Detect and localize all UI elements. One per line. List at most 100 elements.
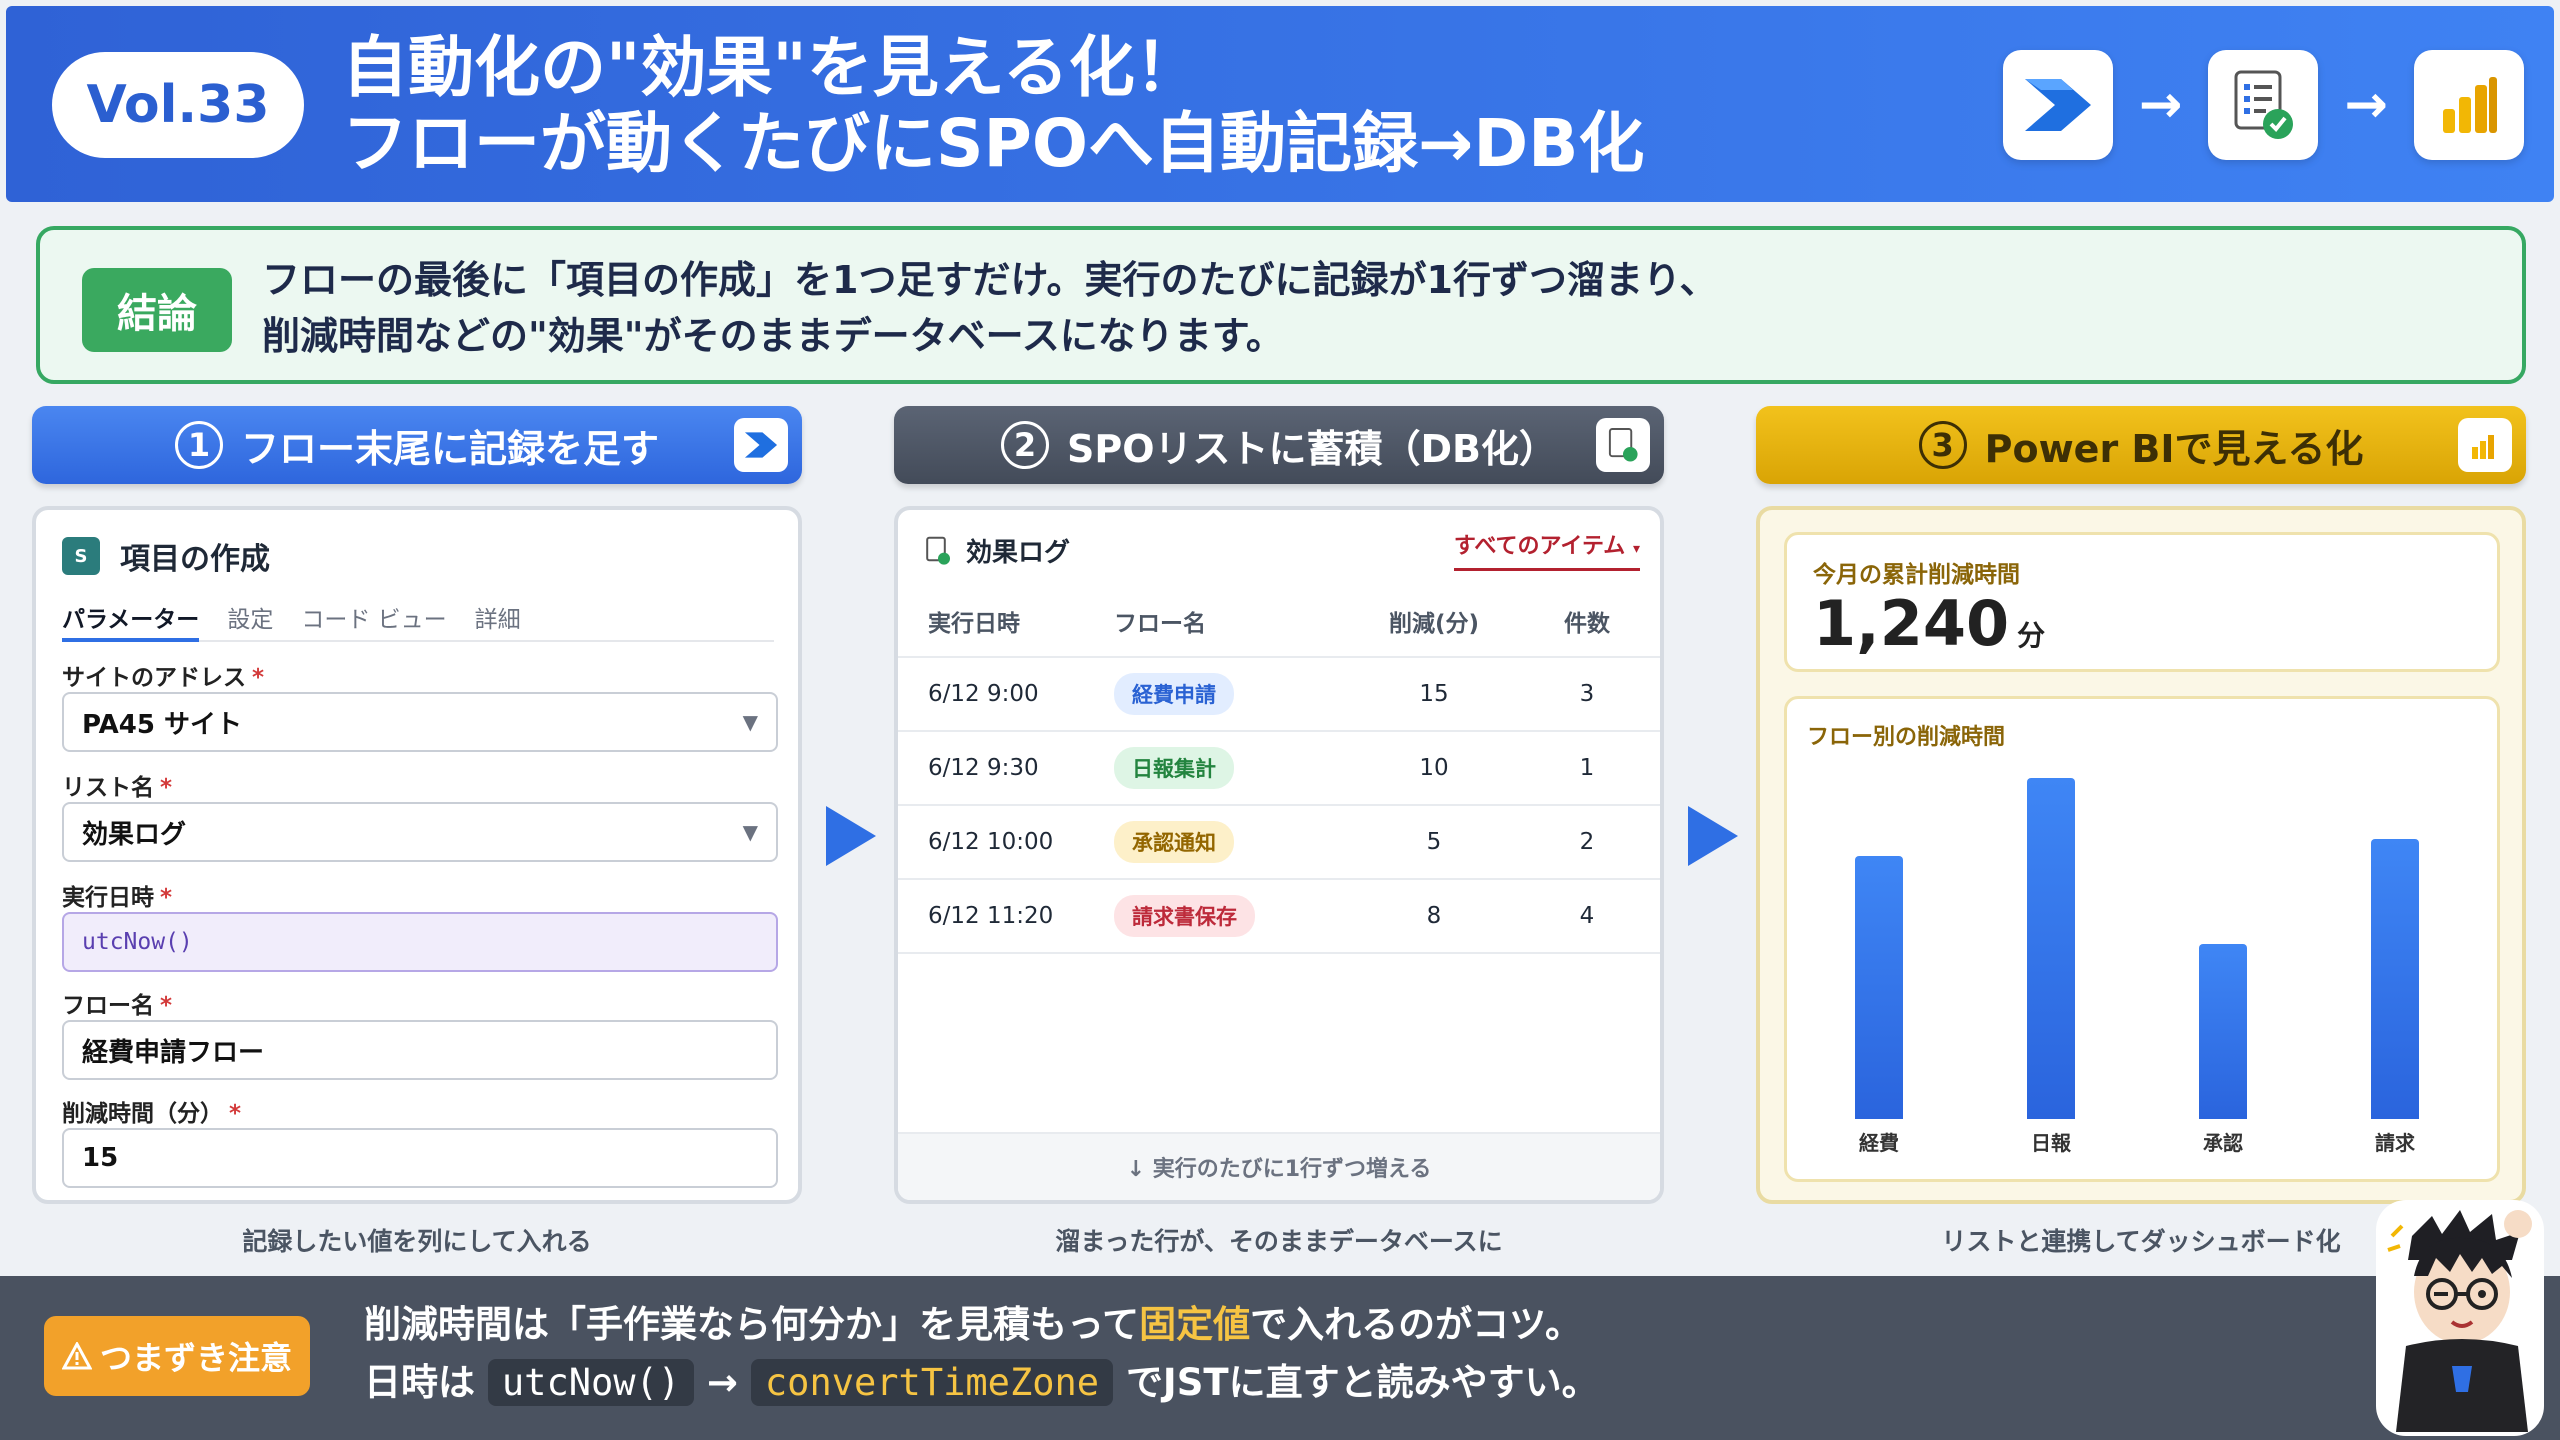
warning-badge: つまずき注意 [44,1316,310,1396]
flow-name-label: フロー名 * [62,993,173,1019]
sharepoint-list-card: 効果ログ すべてのアイテム ▾ 実行日時 フロー名 削減(分) 件数 6/12 … [894,506,1664,1204]
cell-minutes: 5 [1426,829,1442,855]
step-3-header: 3 Power BIで見える化 [1756,406,2526,484]
tip-footer: つまずき注意 削減時間は「手作業なら何分か」を見積もって固定値で入れるのがコツ。… [0,1276,2560,1440]
caret-down-icon: ▾ [1632,541,1640,557]
warning-label: つまずき注意 [99,1339,292,1377]
cell-flow: 経費申請 [1114,673,1354,715]
table-row[interactable]: 6/12 9:30 日報集計 10 1 [898,732,1660,806]
kpi-unit: 分 [2017,619,2046,652]
conclusion-badge: 結論 [82,268,232,352]
chart-bar [1855,856,1903,1119]
chart-bar [2027,778,2075,1119]
list-title-text: 効果ログ [966,538,1071,568]
run-datetime-field[interactable]: utcNow() [62,912,778,972]
code-converttimezone: convertTimeZone [750,1359,1114,1406]
cell-date: 6/12 11:20 [928,903,1054,929]
cell-count: 2 [1579,829,1595,855]
cell-minutes: 8 [1426,903,1442,929]
tab-settings[interactable]: 設定 [227,590,273,640]
chart-category-label: 承認 [2203,1131,2243,1155]
sharepoint-list-icon [926,536,950,565]
step-arrow-1 [826,806,876,866]
chevron-down-icon: ▼ [742,710,758,734]
header-banner: Vol.33 自動化の"効果"を見える化！ フローが動くたびにSPOへ自動記録→… [6,6,2554,202]
chart-category-label: 日報 [2031,1131,2071,1155]
tab-bar: パラメーター 設定 コード ビュー 詳細 [62,590,774,642]
list-title: 効果ログ [924,532,1070,569]
tip-line-2: 日時は utcNow() → convertTimeZone でJSTに直すと読… [364,1359,1599,1406]
flow-name-field[interactable]: 経費申請フロー [62,1020,778,1080]
kpi-value: 1,240 分 [1813,587,2046,660]
step-2-number: 2 [1000,421,1049,469]
kpi-card: 今月の累計削減時間 1,240 分 [1784,532,2500,672]
card-title-text: 項目の作成 [120,542,270,577]
power-bi-icon [2458,418,2512,472]
cell-count: 3 [1579,681,1595,707]
power-bi-dashboard: 今月の累計削減時間 1,240 分 フロー別の削減時間 経費 日報 承認 請求 [1756,506,2526,1204]
highlight-fixed-value: 固定値 [1139,1303,1251,1346]
cell-minutes: 10 [1419,755,1449,781]
flow-tag: 請求書保存 [1114,895,1255,937]
tab-parameters[interactable]: パラメーター [62,590,200,642]
list-name-dropdown[interactable]: 効果ログ ▼ [62,802,778,862]
flow-tag: 経費申請 [1114,673,1234,715]
col-datetime: 実行日時 [928,611,1020,637]
col-saved-minutes: 削減(分) [1388,611,1480,637]
cell-minutes: 15 [1419,681,1449,707]
step-3-label: Power BIで見える化 [1984,426,2364,471]
cell-flow: 承認通知 [1114,821,1354,863]
power-automate-icon [734,418,788,472]
step-2-header: 2 SPOリストに蓄積（DB化） [894,406,1664,484]
saved-minutes-field[interactable]: 15 [62,1128,778,1188]
run-datetime-label: 実行日時 * [62,885,173,911]
step-3-number: 3 [1918,421,1967,469]
step-2-label: SPOリストに蓄積（DB化） [1066,426,1558,471]
cell-date: 6/12 9:30 [928,755,1039,781]
page-title: 自動化の"効果"を見える化！ フローが動くたびにSPOへ自動記録→DB化 [342,30,1644,182]
power-bi-icon [2414,50,2524,160]
table-header: 実行日時 フロー名 削減(分) 件数 [898,586,1660,658]
list-name-label: リスト名 * [62,775,173,801]
view-selector[interactable]: すべてのアイテム ▾ [1453,528,1640,571]
power-automate-icon [2002,50,2113,160]
conclusion-line-1: フローの最後に「項目の作成」を1つ足すだけ。実行のたびに記録が1行ずつ溜まり、 [262,258,1718,302]
site-address-dropdown[interactable]: PA45 サイト ▼ [62,692,778,752]
table-row[interactable]: 6/12 10:00 承認通知 5 2 [898,806,1660,880]
kpi-label: 今月の累計削減時間 [1813,562,2020,588]
flow-tag: 日報集計 [1114,747,1234,789]
warning-icon [61,1342,92,1370]
conclusion-box: 結論 フローの最後に「項目の作成」を1つ足すだけ。実行のたびに記録が1行ずつ溜ま… [36,226,2526,384]
chart-title: フロー別の削減時間 [1807,725,2006,750]
chart-bar [2371,839,2419,1119]
list-table: 実行日時 フロー名 削減(分) 件数 6/12 9:00 経費申請 15 3 6… [898,586,1660,954]
flow-arrow-2: → [2344,75,2388,135]
flow-tag: 承認通知 [1114,821,1234,863]
saved-minutes-label: 削減時間（分） * [62,1101,242,1127]
col-flow-name: フロー名 [1114,611,1206,637]
title-line-2: フローが動くたびにSPOへ自動記録→DB化 [342,105,1645,182]
col-count: 件数 [1564,611,1610,637]
card-title: S 項目の作成 [62,534,270,578]
cell-count: 1 [1579,755,1595,781]
site-address-label: サイトのアドレス * [62,665,265,691]
tip-line-1: 削減時間は「手作業なら何分か」を見積もって固定値で入れるのがコツ。 [364,1303,1583,1346]
step-1-caption: 記録したい値を列にして入れる [242,1227,592,1256]
cell-date: 6/12 10:00 [928,829,1054,855]
table-row[interactable]: 6/12 9:00 経費申請 15 3 [898,658,1660,732]
sharepoint-list-icon [2208,50,2319,160]
cell-count: 4 [1579,903,1595,929]
chart-category-label: 経費 [1859,1131,1899,1155]
cell-flow: 請求書保存 [1114,895,1354,937]
conclusion-text: フローの最後に「項目の作成」を1つ足すだけ。実行のたびに記録が1行ずつ溜まり、 … [262,252,1717,364]
step-1-header: 1 フロー末尾に記録を足す [32,406,802,484]
cell-date: 6/12 9:00 [928,681,1039,707]
chevron-down-icon: ▼ [742,820,758,844]
bar-chart: フロー別の削減時間 経費 日報 承認 請求 [1784,696,2500,1182]
flow-icon-strip: → → [2002,50,2524,160]
volume-badge: Vol.33 [52,52,304,158]
tab-details[interactable]: 詳細 [475,590,521,640]
code-utcnow: utcNow() [487,1359,695,1406]
table-row[interactable]: 6/12 11:20 請求書保存 8 4 [898,880,1660,954]
tab-code-view[interactable]: コード ビュー [301,590,446,640]
